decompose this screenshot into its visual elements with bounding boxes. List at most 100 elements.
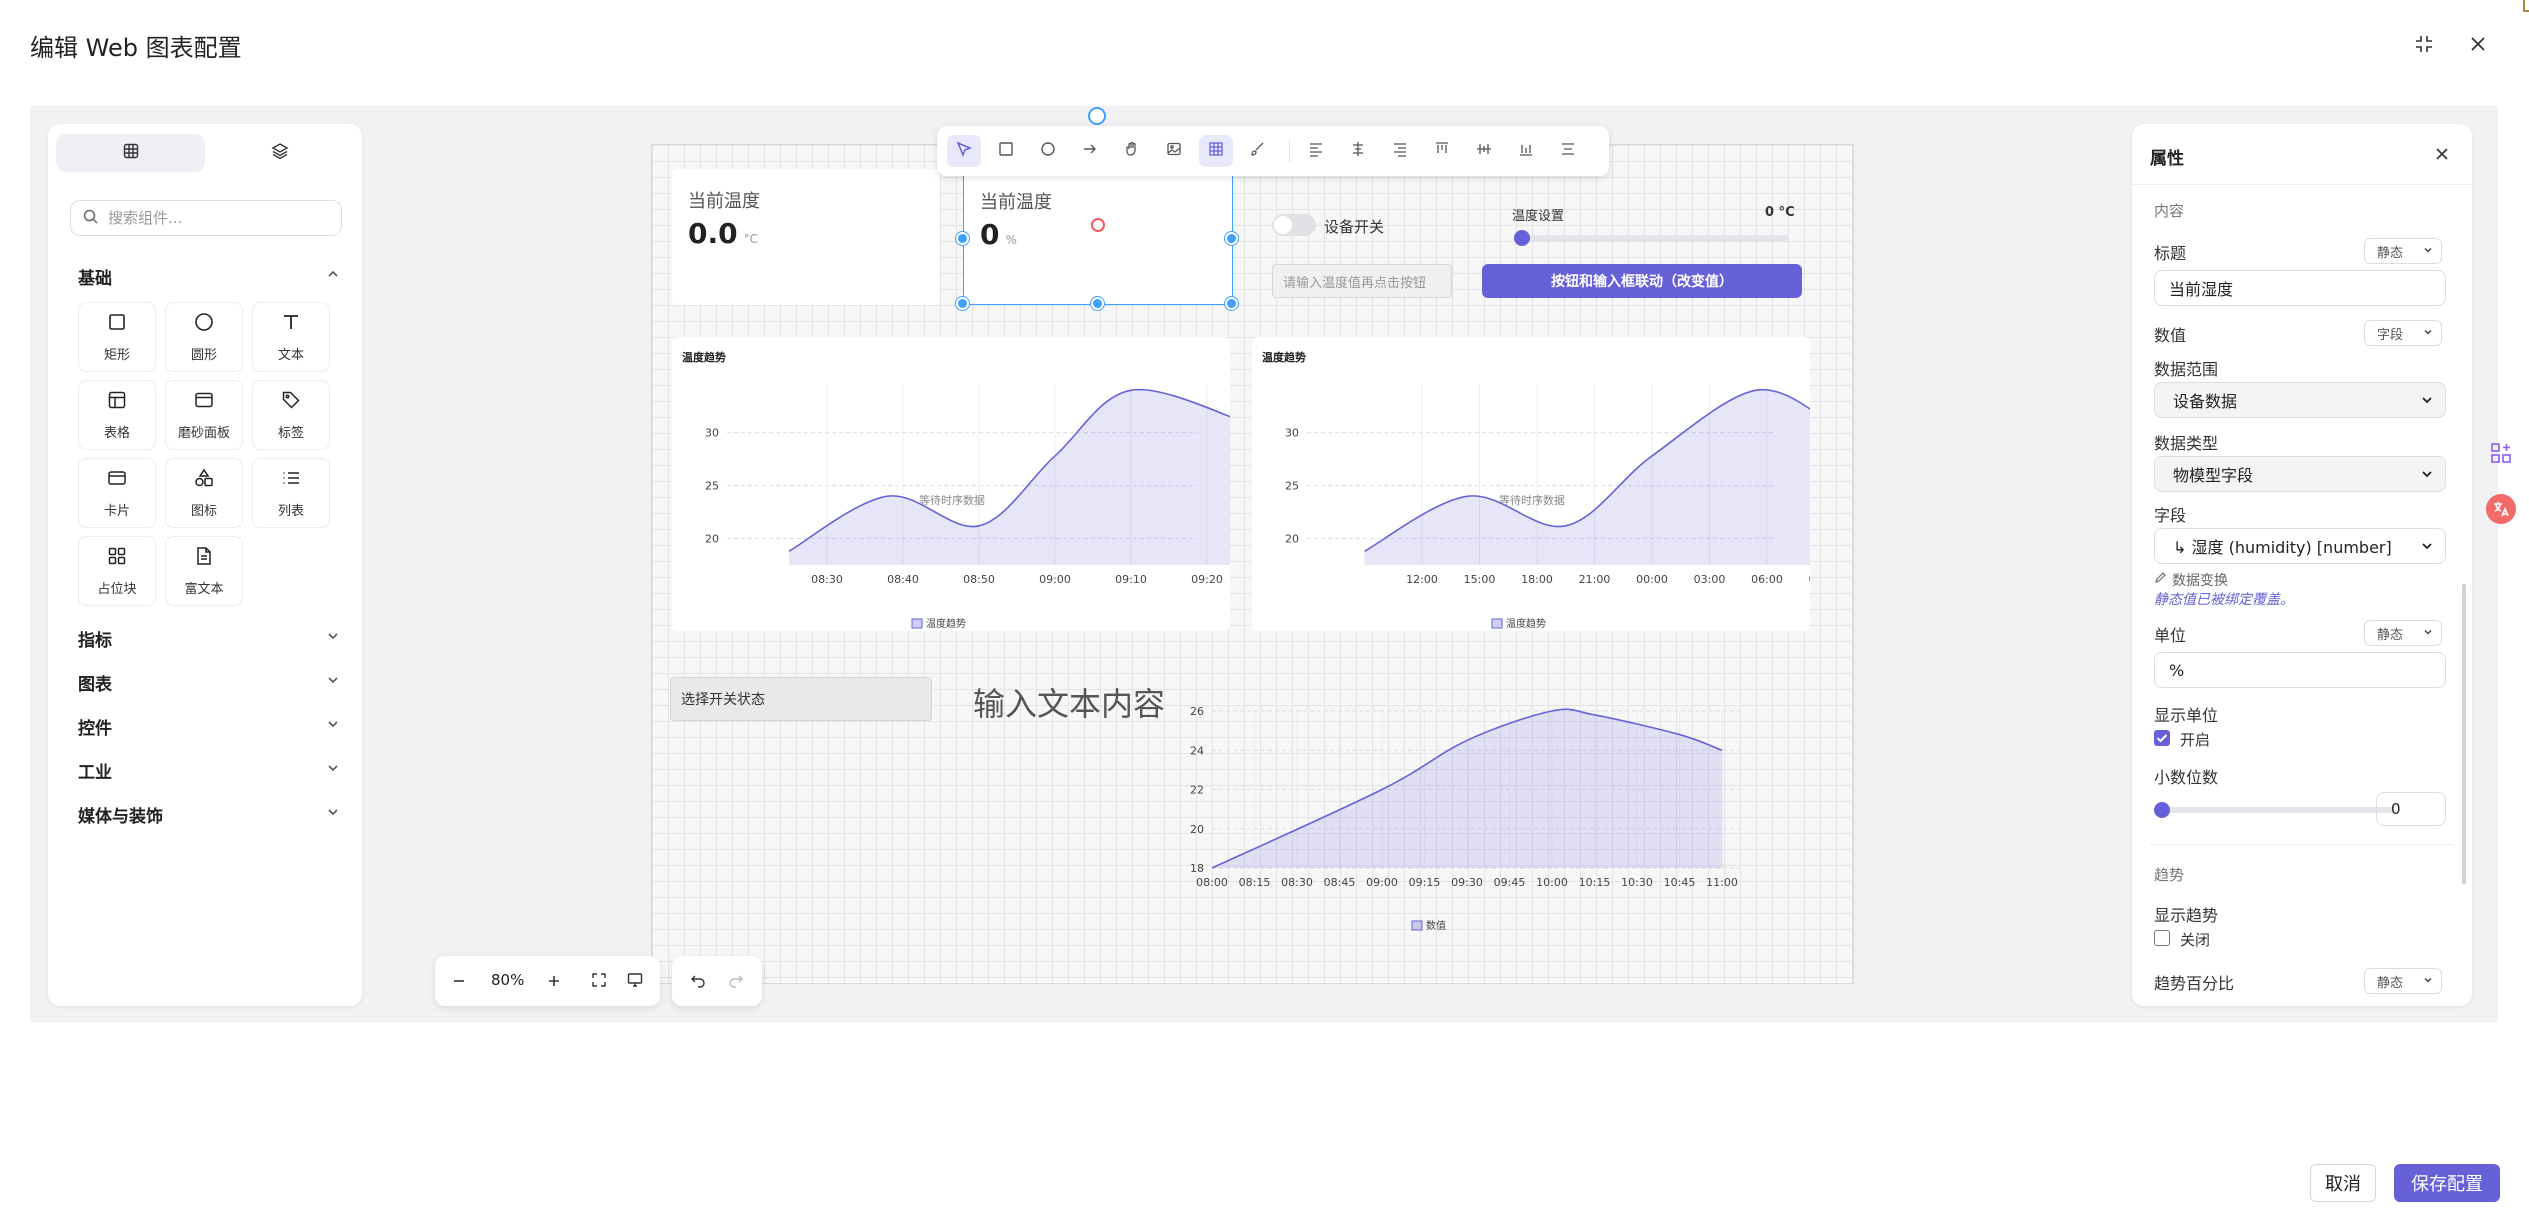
section-content: 内容 <box>2154 202 2185 220</box>
decimals-input[interactable]: 0 <box>2376 792 2446 826</box>
chart-card-2[interactable]: 温度趋势 20 25 30 12:00 15:00 18:00 21:00 00:00 03:00… <box>1252 337 1840 631</box>
tab-components[interactable] <box>56 134 205 172</box>
chevron-down-icon <box>326 804 340 824</box>
chart-card-1[interactable]: 温度趋势 20 25 30 08:30 08:40 08:50 09:00 09:10 09:20… <box>672 337 1246 631</box>
device-switch-toggle[interactable] <box>1272 214 1316 236</box>
tab-layers[interactable] <box>205 134 354 172</box>
fit-screen-button[interactable] <box>585 967 613 995</box>
component-shapes[interactable]: 图标 <box>165 458 243 528</box>
align-bottom-tool[interactable] <box>1509 135 1543 167</box>
link-change-button[interactable]: 按钮和输入框联动（改变值） <box>1482 264 1802 298</box>
unit-mode-select[interactable]: 静态 <box>2364 620 2442 646</box>
resize-handle-bottom-left[interactable] <box>956 297 969 310</box>
chevron-down-icon <box>326 672 340 692</box>
title-mode-select[interactable]: 静态 <box>2364 238 2442 264</box>
component-placeholder[interactable]: 占位块 <box>78 536 156 606</box>
anchor-marker[interactable] <box>1091 218 1105 232</box>
search-input[interactable] <box>108 209 328 227</box>
y-tick-label: 18 <box>1190 862 1204 875</box>
undo-button[interactable] <box>684 967 712 995</box>
decimals-slider-thumb[interactable] <box>2154 802 2170 818</box>
category-basic[interactable]: 基础 <box>78 262 340 290</box>
select-switch-state[interactable]: 选择开关状态 <box>670 677 932 721</box>
resize-handle-bottom[interactable] <box>1091 297 1104 310</box>
close-icon[interactable] <box>2430 142 2454 166</box>
grid-tool[interactable] <box>1199 135 1233 167</box>
align-center-tool[interactable] <box>1341 135 1375 167</box>
save-button[interactable]: 保存配置 <box>2394 1164 2500 1202</box>
component-tag[interactable]: 标签 <box>252 380 330 450</box>
align-right-tool[interactable] <box>1383 135 1417 167</box>
align-top-tool[interactable] <box>1425 135 1459 167</box>
preview-button[interactable] <box>621 967 649 995</box>
x-tick-label: 06:00 <box>1751 573 1783 586</box>
divider <box>2150 844 2454 845</box>
value-mode-select[interactable]: 字段 <box>2364 320 2442 346</box>
zoom-in-button[interactable] <box>540 967 568 995</box>
resize-handle-bottom-right[interactable] <box>1225 297 1238 310</box>
component-rectangle[interactable]: 矩形 <box>78 302 156 372</box>
widgets-add-icon[interactable] <box>2486 438 2516 468</box>
align-left-tool[interactable] <box>1299 135 1333 167</box>
component-card[interactable]: 卡片 <box>78 458 156 528</box>
metric-number: 0 <box>980 218 1000 251</box>
resize-handle-right[interactable] <box>1225 232 1238 245</box>
value-area-chart: 18 20 22 24 26 08:00 08:15 08:30 08:45 09:00 09:15… <box>1190 705 1742 932</box>
align-middle-tool[interactable] <box>1467 135 1501 167</box>
decimals-slider-track[interactable] <box>2162 807 2394 813</box>
zoom-out-button[interactable] <box>445 967 473 995</box>
temperature-trend-chart-2: 温度趋势 20 25 30 12:00 15:00 18:00 21:00 00:00 03:00… <box>1262 350 1840 630</box>
align-left-icon <box>1308 141 1324 161</box>
arrow-tool[interactable] <box>1073 135 1107 167</box>
distribute-tool[interactable] <box>1551 135 1585 167</box>
component-table[interactable]: 表格 <box>78 380 156 450</box>
component-text[interactable]: 文本 <box>252 302 330 372</box>
component-rich-text[interactable]: 富文本 <box>165 536 243 606</box>
style-tool[interactable] <box>1241 135 1275 167</box>
rect-tool[interactable] <box>989 135 1023 167</box>
distribute-icon <box>1560 141 1576 161</box>
panel-scrollbar[interactable] <box>2462 584 2466 884</box>
waiting-text: 等待时序数据 <box>919 493 985 507</box>
temperature-input[interactable]: 请输入温度值再点击按钮 <box>1272 264 1452 298</box>
component-frosted-panel[interactable]: 磨砂面板 <box>165 380 243 450</box>
cancel-button[interactable]: 取消 <box>2310 1164 2376 1202</box>
data-transform-link[interactable]: 数据变换 <box>2154 570 2228 590</box>
translate-icon[interactable] <box>2486 494 2516 524</box>
unit-input[interactable]: % <box>2154 652 2446 688</box>
category-metrics[interactable]: 指标 <box>78 624 340 652</box>
select-value: ↳ 湿度 (humidity) [number] <box>2173 538 2392 557</box>
data-type-select[interactable]: 物模型字段 <box>2154 456 2446 492</box>
category-industrial[interactable]: 工业 <box>78 756 340 784</box>
redo-button[interactable] <box>722 967 750 995</box>
close-icon[interactable] <box>2464 30 2492 58</box>
show-trend-checkbox[interactable] <box>2154 930 2170 946</box>
temp-slider-track[interactable] <box>1516 235 1788 241</box>
field-select[interactable]: ↳ 湿度 (humidity) [number] <box>2154 528 2446 564</box>
chevron-down-icon <box>326 760 340 780</box>
component-circle[interactable]: 圆形 <box>165 302 243 372</box>
resize-handle-left[interactable] <box>956 232 969 245</box>
cursor-icon <box>956 141 972 161</box>
image-tool[interactable] <box>1157 135 1191 167</box>
collapse-icon[interactable] <box>2410 30 2438 58</box>
text-element[interactable]: 输入文本内容 <box>973 679 1165 725</box>
category-media[interactable]: 媒体与装饰 <box>78 800 340 828</box>
title-label: 标题 <box>2154 244 2187 263</box>
show-unit-checkbox[interactable] <box>2154 730 2170 746</box>
circle-tool[interactable] <box>1031 135 1065 167</box>
rotate-handle[interactable] <box>1088 107 1106 125</box>
trend-pct-mode-select[interactable]: 静态 <box>2364 968 2442 994</box>
x-tick-label: 09:15 <box>1409 876 1441 889</box>
pan-tool[interactable] <box>1115 135 1149 167</box>
component-list[interactable]: 列表 <box>252 458 330 528</box>
category-charts[interactable]: 图表 <box>78 668 340 696</box>
metric-card-temperature[interactable]: 当前温度 0.0 °C <box>672 169 940 305</box>
chevron-down-icon <box>2421 537 2433 556</box>
title-input[interactable]: 当前湿度 <box>2154 270 2446 306</box>
select-tool[interactable] <box>947 135 981 167</box>
metric-card-selected[interactable]: 当前温度 0% <box>963 169 1233 305</box>
temp-slider-thumb[interactable] <box>1514 230 1530 246</box>
category-controls[interactable]: 控件 <box>78 712 340 740</box>
data-range-select[interactable]: 设备数据 <box>2154 382 2446 418</box>
